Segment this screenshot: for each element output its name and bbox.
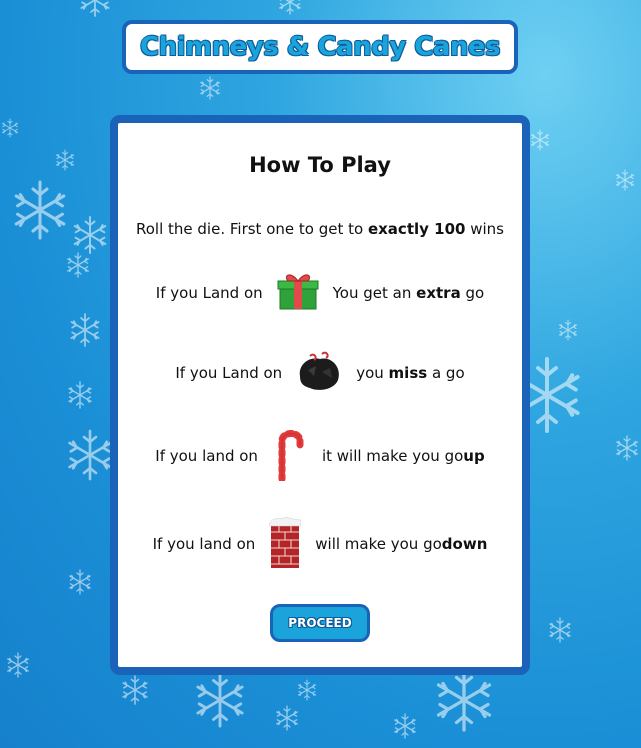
rule-coal: If you Land on you miss a go bbox=[118, 351, 522, 395]
chimney-icon bbox=[269, 516, 302, 572]
rule-candy-cane: If you land on it will make you go up bbox=[118, 428, 522, 484]
rule-gift: If you Land on You get an extra go bbox=[118, 271, 522, 315]
rule-right-bold: extra bbox=[416, 284, 461, 302]
how-to-play-heading: How To Play bbox=[249, 153, 391, 177]
rule-right-suffix: a go bbox=[431, 364, 465, 382]
rule-left-text: If you land on bbox=[155, 447, 258, 465]
rule-chimney: If you land on will make you go down bbox=[118, 516, 522, 572]
intro-rule: Roll the die. First one to get to exactl… bbox=[118, 220, 522, 238]
gift-icon bbox=[277, 271, 319, 315]
intro-suffix: wins bbox=[470, 220, 504, 238]
rule-left-text: If you land on bbox=[152, 535, 256, 553]
rule-right-prefix: it will make you go bbox=[321, 447, 464, 465]
rule-left-text: If you Land on bbox=[175, 364, 283, 382]
rule-right-bold: miss bbox=[388, 364, 428, 382]
intro-prefix: Roll the die. First one to get to bbox=[136, 220, 364, 238]
title-banner: Chimneys & Candy Canes bbox=[122, 20, 518, 74]
rule-right-bold: down bbox=[441, 535, 488, 553]
intro-bold: exactly 100 bbox=[367, 220, 466, 238]
candy-cane-icon bbox=[272, 427, 308, 485]
rule-right-prefix: will make you go bbox=[315, 535, 442, 553]
rule-right-prefix: You get an bbox=[332, 284, 412, 302]
rule-left-text: If you Land on bbox=[155, 284, 263, 302]
proceed-button[interactable]: PROCEED bbox=[270, 604, 370, 642]
rule-right-bold: up bbox=[463, 447, 485, 465]
rule-right-suffix: go bbox=[465, 284, 485, 302]
how-to-play-card: How To Play Roll the die. First one to g… bbox=[110, 115, 530, 675]
rule-right-prefix: you bbox=[356, 364, 384, 382]
coal-icon bbox=[296, 350, 342, 396]
game-title: Chimneys & Candy Canes bbox=[140, 32, 500, 62]
